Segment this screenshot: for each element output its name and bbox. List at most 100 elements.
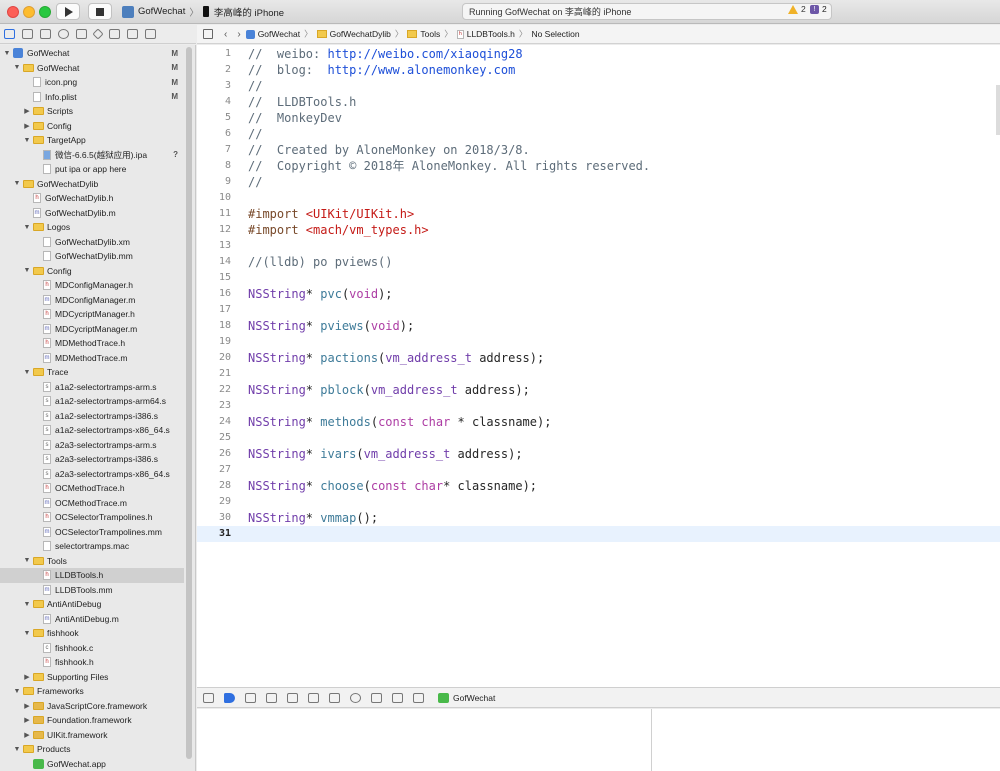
tree-item-group[interactable]: ▼ GofWechat M bbox=[0, 61, 184, 76]
tree-item-group[interactable]: ▼ Trace bbox=[0, 365, 184, 380]
tree-item-file[interactable]: s a2a3-selectortramps-i386.s bbox=[0, 452, 184, 467]
simulate-location-icon[interactable] bbox=[392, 692, 403, 703]
hide-debug-area-icon[interactable] bbox=[203, 692, 214, 703]
tree-item-file[interactable]: c fishhook.c bbox=[0, 641, 184, 656]
pause-icon[interactable] bbox=[245, 692, 256, 703]
tree-item-file[interactable]: s a2a3-selectortramps-arm.s bbox=[0, 438, 184, 453]
tree-item-group[interactable]: ▶ Supporting Files bbox=[0, 670, 184, 685]
tree-item-file[interactable]: 微信-6.6.5(越狱应用).ipa? bbox=[0, 148, 184, 163]
tree-item-file[interactable]: selectortramps.mac bbox=[0, 539, 184, 554]
tree-item-project[interactable]: ▼ GofWechat M bbox=[0, 46, 184, 61]
tree-item-file[interactable]: h MDCycriptManager.h bbox=[0, 307, 184, 322]
related-items-icon[interactable] bbox=[203, 29, 213, 39]
tree-item-file[interactable]: m OCSelectorTrampolines.mm bbox=[0, 525, 184, 540]
tree-item-file[interactable]: h MDConfigManager.h bbox=[0, 278, 184, 293]
disclosure-open-icon[interactable]: ▼ bbox=[13, 688, 21, 695]
tree-item-file[interactable]: s a1a2-selectortramps-arm64.s bbox=[0, 394, 184, 409]
editor-scrollbar[interactable] bbox=[996, 85, 1000, 135]
tree-item-file[interactable]: h fishhook.h bbox=[0, 655, 184, 670]
step-over-icon[interactable] bbox=[266, 692, 277, 703]
tree-item-group[interactable]: ▼ Config bbox=[0, 264, 184, 279]
disclosure-open-icon[interactable]: ▼ bbox=[23, 224, 31, 231]
tree-item-file[interactable]: icon.png M bbox=[0, 75, 184, 90]
disclosure-open-icon[interactable]: ▼ bbox=[23, 137, 31, 144]
breadcrumb-project[interactable]: GofWechat bbox=[245, 29, 300, 39]
issue-navigator-icon[interactable] bbox=[76, 29, 87, 39]
tree-item-framework[interactable]: ▶ UIKit.framework bbox=[0, 728, 184, 743]
disclosure-open-icon[interactable]: ▼ bbox=[23, 557, 31, 564]
tree-item-file[interactable]: GofWechatDylib.xm bbox=[0, 235, 184, 250]
warnings-indicator[interactable]: 2 bbox=[788, 4, 806, 14]
step-out-icon[interactable] bbox=[308, 692, 319, 703]
source-control-icon[interactable] bbox=[22, 29, 33, 39]
disclosure-closed-icon[interactable]: ▶ bbox=[23, 731, 31, 739]
debug-target-selector[interactable]: GofWechat bbox=[438, 692, 495, 703]
tree-item-group[interactable]: ▼ Logos bbox=[0, 220, 184, 235]
tree-item-file[interactable]: h GofWechatDylib.h bbox=[0, 191, 184, 206]
disclosure-open-icon[interactable]: ▼ bbox=[23, 369, 31, 376]
tree-item-file[interactable]: h MDMethodTrace.h bbox=[0, 336, 184, 351]
minimize-window-button[interactable] bbox=[23, 6, 35, 18]
tree-item-file[interactable]: m OCMethodTrace.m bbox=[0, 496, 184, 511]
report-navigator-icon[interactable] bbox=[145, 29, 156, 39]
comment-url-link[interactable]: http://www.alonemonkey.com bbox=[327, 63, 515, 77]
breakpoint-navigator-icon[interactable] bbox=[127, 29, 138, 39]
breadcrumb-file[interactable]: h LLDBTools.h bbox=[456, 29, 515, 39]
issues-indicator[interactable]: ! 2 bbox=[810, 4, 827, 14]
tree-item-file[interactable]: m AntiAntiDebug.m bbox=[0, 612, 184, 627]
tree-item-group[interactable]: ▶ Scripts bbox=[0, 104, 184, 119]
tree-item-group[interactable]: ▼ Tools bbox=[0, 554, 184, 569]
disclosure-open-icon[interactable]: ▼ bbox=[13, 64, 21, 71]
disclosure-open-icon[interactable]: ▼ bbox=[23, 601, 31, 608]
tree-item-file[interactable]: h OCSelectorTrampolines.h bbox=[0, 510, 184, 525]
disclosure-open-icon[interactable]: ▼ bbox=[13, 746, 21, 753]
disclosure-open-icon[interactable]: ▼ bbox=[13, 180, 21, 187]
test-navigator-icon[interactable] bbox=[92, 28, 104, 40]
forward-arrow-icon[interactable]: › bbox=[237, 29, 240, 40]
scheme-selector[interactable]: GofWechat 〉 李高峰的 iPhone bbox=[122, 3, 284, 20]
tree-item-file[interactable]: m GofWechatDylib.m bbox=[0, 206, 184, 221]
navigator-scrollbar[interactable] bbox=[186, 47, 192, 759]
tree-item-file[interactable]: m MDConfigManager.m bbox=[0, 293, 184, 308]
tree-item-group[interactable]: ▶ Config bbox=[0, 119, 184, 134]
tree-item-file[interactable]: m LLDBTools.mm bbox=[0, 583, 184, 598]
disclosure-open-icon[interactable]: ▼ bbox=[23, 630, 31, 637]
back-arrow-icon[interactable]: ‹ bbox=[224, 29, 227, 40]
tree-item-product[interactable]: GofWechat.app bbox=[0, 757, 184, 771]
tree-item-file-selected[interactable]: h LLDBTools.h bbox=[0, 568, 184, 583]
tree-item-file[interactable]: s a1a2-selectortramps-i386.s bbox=[0, 409, 184, 424]
run-button[interactable] bbox=[56, 3, 80, 20]
tree-item-group[interactable]: ▼ Products bbox=[0, 742, 184, 757]
breadcrumb-group[interactable]: Tools bbox=[407, 29, 440, 39]
disclosure-closed-icon[interactable]: ▶ bbox=[23, 716, 31, 724]
breadcrumb-group[interactable]: GofWechatDylib bbox=[316, 29, 391, 39]
tree-item-file[interactable]: Info.plist M bbox=[0, 90, 184, 105]
disclosure-closed-icon[interactable]: ▶ bbox=[23, 673, 31, 681]
find-navigator-icon[interactable] bbox=[58, 29, 69, 39]
disclosure-open-icon[interactable]: ▼ bbox=[23, 267, 31, 274]
symbol-navigator-icon[interactable] bbox=[40, 29, 51, 39]
folder-navigator-icon[interactable] bbox=[4, 29, 15, 39]
tree-item-group[interactable]: ▼ fishhook bbox=[0, 626, 184, 641]
environment-overrides-icon[interactable] bbox=[371, 692, 382, 703]
tree-item-file[interactable]: put ipa or app here bbox=[0, 162, 184, 177]
tree-item-file[interactable]: h OCMethodTrace.h bbox=[0, 481, 184, 496]
tree-item-file[interactable]: m MDMethodTrace.m bbox=[0, 351, 184, 366]
zoom-window-button[interactable] bbox=[39, 6, 51, 18]
tree-item-group[interactable]: ▼ Frameworks bbox=[0, 684, 184, 699]
debug-navigator-icon[interactable] bbox=[109, 29, 120, 39]
disclosure-open-icon[interactable]: ▼ bbox=[3, 50, 11, 57]
source-editor[interactable]: 1 // weibo: http://weibo.com/xiaoqing28 2… bbox=[197, 45, 1000, 687]
tree-item-file[interactable]: GofWechatDylib.mm bbox=[0, 249, 184, 264]
debug-split-divider[interactable] bbox=[651, 709, 652, 771]
stop-button[interactable] bbox=[88, 3, 112, 20]
comment-url-link[interactable]: http://weibo.com/xiaoqing28 bbox=[327, 47, 522, 61]
view-hierarchy-icon[interactable] bbox=[329, 692, 340, 703]
tree-item-file[interactable]: s a1a2-selectortramps-x86_64.s bbox=[0, 423, 184, 438]
tree-item-framework[interactable]: ▶ Foundation.framework bbox=[0, 713, 184, 728]
tree-item-group[interactable]: ▼ GofWechatDylib bbox=[0, 177, 184, 192]
camera-icon[interactable] bbox=[413, 692, 424, 703]
disclosure-closed-icon[interactable]: ▶ bbox=[23, 702, 31, 710]
tree-item-file[interactable]: s a1a2-selectortramps-arm.s bbox=[0, 380, 184, 395]
disclosure-closed-icon[interactable]: ▶ bbox=[23, 122, 31, 130]
